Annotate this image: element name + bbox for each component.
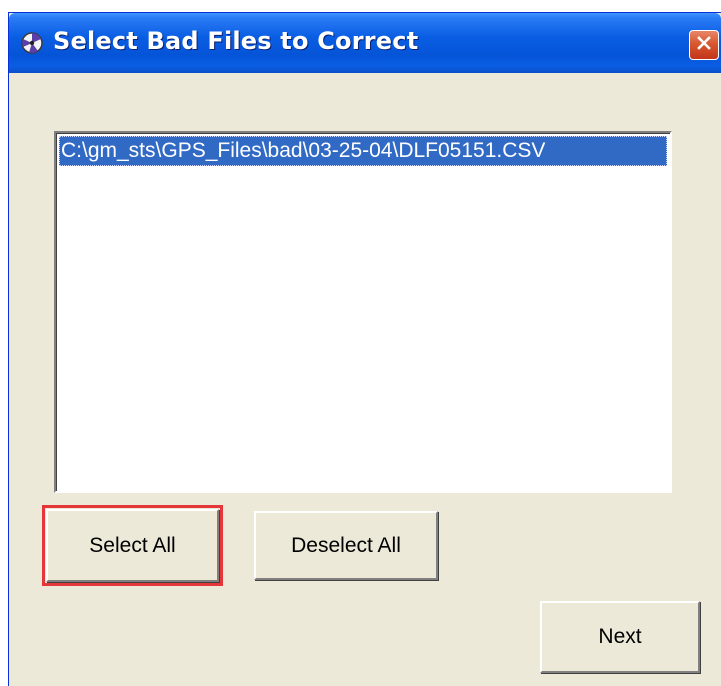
window-title: Select Bad Files to Correct — [53, 27, 419, 55]
title-bar[interactable]: Select Bad Files to Correct — [9, 13, 721, 73]
close-button[interactable] — [689, 30, 719, 60]
select-all-button[interactable]: Select All — [46, 509, 219, 582]
close-icon — [696, 35, 712, 56]
next-button[interactable]: Next — [540, 601, 700, 673]
deselect-all-button[interactable]: Deselect All — [254, 511, 438, 580]
file-listbox[interactable]: C:\gm_sts\GPS_Files\bad\03-25-04\DLF0515… — [54, 131, 672, 493]
file-list-item[interactable]: C:\gm_sts\GPS_Files\bad\03-25-04\DLF0515… — [59, 136, 667, 166]
app-icon — [19, 30, 45, 56]
dialog-window: Select Bad Files to Correct C:\gm_sts\GP… — [8, 12, 721, 686]
